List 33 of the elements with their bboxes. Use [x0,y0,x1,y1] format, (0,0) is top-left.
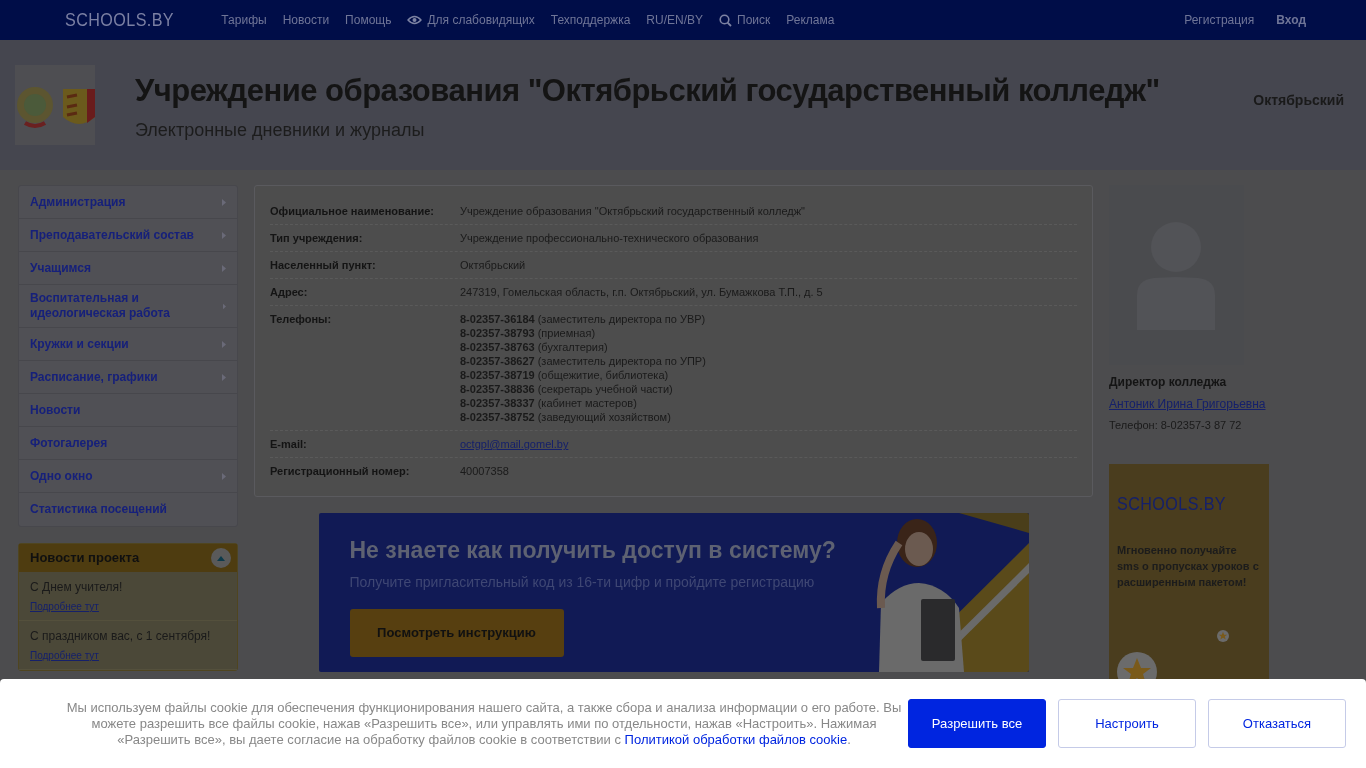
banner-heading: Не знаете как получить доступ в систему? [349,536,836,565]
news-title: Новости проекта [30,549,140,568]
cookie-button[interactable]: Разрешить все [908,699,1046,748]
field-label: Населенный пункт: [270,258,377,272]
nav-link[interactable]: Для слабовидящих [407,11,535,29]
cookie-notice: Мы используем файлы cookie для обеспечения функционирования нашего сайта, а также сбора и анализа информации о его работе. Вы можете разрешить все файлы cookie, нажав «Разрешить все», или управлять ими по отдельности, нажав «Настроить». Нажимая «Разрешить все», вы даете согласие на обработку файлов cookie в соответствии с Политикой обработки файлов cookie. [65,699,903,748]
caret-icon [217,555,225,561]
field-label: Адрес: [270,285,309,299]
field-label: Телефоны: [270,312,333,327]
cookie-button[interactable]: Отказаться [1208,699,1346,748]
director-role: Директор колледжа [1109,374,1228,391]
search-icon [719,13,733,27]
account-link[interactable]: Регистрация [1184,11,1255,29]
field-label: Тип учреждения: [270,231,364,245]
field-label: E-mail: [270,437,308,451]
field-label: Официальное наименование: [270,204,435,218]
collapse-button[interactable] [211,548,231,568]
nav-link[interactable]: Помощь [345,11,392,29]
nav-link[interactable]: RU/EN/BY [646,11,704,29]
emblem-icon [15,65,95,145]
site-logo[interactable]: SCHOOLS.BY [65,5,175,35]
ad-logo: SCHOOLS.BY [1117,491,1228,516]
nav-link[interactable]: Тарифы [221,11,267,29]
page-title: Учреждение образования "Октябрьский государственный колледж" [135,71,1160,110]
cookie-button[interactable]: Настроить [1058,699,1196,748]
eye-icon [407,15,423,25]
account-link[interactable]: Вход [1276,11,1306,29]
nav-link[interactable]: Реклама [786,11,835,29]
nav-link[interactable]: Новости [282,11,330,29]
star-icon [1217,629,1229,642]
field-label: Регистрационный номер: [270,464,411,478]
nav-link[interactable]: Поиск [719,11,771,29]
nav-link[interactable]: Техподдержка [550,11,631,29]
